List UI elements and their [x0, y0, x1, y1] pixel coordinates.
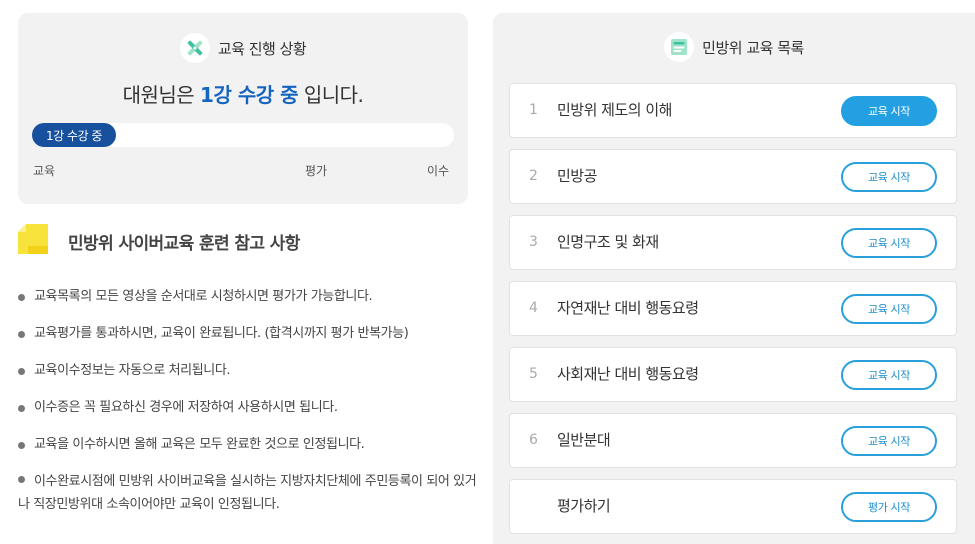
course-item: 평가하기 평가 시작: [509, 479, 957, 534]
course-number: 3: [529, 234, 538, 250]
note-item: 이수완료시점에 민방위 사이버교육을 실시하는 지방자치단체에 주민등록이 되어…: [18, 470, 478, 516]
course-number: 4: [529, 300, 538, 316]
bullet-dot: [18, 476, 25, 483]
progress-panel: 교육 진행 상황 대원님은 1강 수강 중 입니다. 1강 수강 중 교육 평가…: [18, 13, 468, 204]
progress-bar: 1강 수강 중: [32, 123, 454, 147]
course-item: 3 인명구조 및 화재 교육 시작: [509, 215, 957, 270]
course-item: 5 사회재난 대비 행동요령 교육 시작: [509, 347, 957, 402]
stage-education: 교육: [33, 164, 56, 178]
course-number: 2: [529, 168, 538, 184]
progress-title: 교육 진행 상황: [217, 39, 307, 58]
status-suffix: 입니다.: [298, 83, 364, 107]
notes-list: 교육목록의 모든 영상을 순서대로 시청하시면 평가가 가능합니다. 교육평가를…: [18, 285, 478, 530]
course-number: 1: [529, 102, 538, 118]
note-text: 교육목록의 모든 영상을 순서대로 시청하시면 평가가 가능합니다.: [34, 289, 373, 304]
note-text: 교육이수정보는 자동으로 처리됩니다.: [34, 363, 231, 378]
stage-evaluation: 평가: [305, 164, 328, 178]
start-evaluation-button[interactable]: 평가 시작: [841, 492, 937, 522]
notes-header: 민방위 사이버교육 훈련 참고 사항: [18, 224, 300, 258]
course-list-panel: 민방위 교육 목록 1 민방위 제도의 이해 교육 시작 2 민방공 교육 시작 3 인명구조…: [493, 13, 975, 544]
course-title: 민방위 제도의 이해: [557, 101, 672, 119]
start-course-button[interactable]: 교육 시작: [841, 96, 937, 126]
progress-header: 교육 진행 상황: [18, 32, 468, 64]
course-title: 평가하기: [557, 497, 611, 515]
start-course-button[interactable]: 교육 시작: [841, 162, 937, 192]
course-title: 자연재난 대비 행동요령: [557, 299, 699, 317]
progress-bar-label: 1강 수강 중: [46, 128, 102, 143]
notes-title: 민방위 사이버교육 훈련 참고 사항: [68, 233, 300, 254]
progress-bar-fill: 1강 수강 중: [32, 123, 116, 147]
course-title: 일반분대: [557, 431, 611, 449]
course-title: 민방공: [557, 167, 597, 185]
bullet-dot: [18, 442, 25, 449]
pencil-ruler-icon: [179, 33, 210, 63]
course-item: 6 일반분대 교육 시작: [509, 413, 957, 468]
note-text: 교육을 이수하시면 올해 교육은 모두 완료한 것으로 인정됩니다.: [34, 437, 365, 452]
note-item: 교육이수정보는 자동으로 처리됩니다.: [18, 359, 478, 382]
course-list-title: 민방위 교육 목록: [702, 38, 804, 57]
course-item: 1 민방위 제도의 이해 교육 시작: [509, 83, 957, 138]
course-item: 4 자연재난 대비 행동요령 교육 시작: [509, 281, 957, 336]
start-course-button[interactable]: 교육 시작: [841, 228, 937, 258]
note-item: 교육목록의 모든 영상을 순서대로 시청하시면 평가가 가능합니다.: [18, 285, 478, 308]
status-prefix: 대원님은: [122, 83, 201, 107]
note-text: 교육평가를 통과하시면, 교육이 완료됩니다. (합격시까지 평가 반복가능): [34, 326, 409, 341]
course-list-header: 민방위 교육 목록: [493, 31, 975, 63]
start-course-button[interactable]: 교육 시작: [841, 294, 937, 324]
course-item: 2 민방공 교육 시작: [509, 149, 957, 204]
stage-completion: 이수: [427, 164, 450, 178]
start-course-button[interactable]: 교육 시작: [841, 426, 937, 456]
course-title: 사회재난 대비 행동요령: [557, 365, 699, 383]
list-card-icon: [664, 32, 695, 62]
bullet-dot: [18, 294, 25, 301]
course-number: 5: [529, 366, 538, 382]
note-text: 이수완료시점에 민방위 사이버교육을 실시하는 지방자치단체에 주민등록이 되어…: [18, 474, 477, 512]
bullet-dot: [18, 331, 25, 338]
bullet-dot: [18, 405, 25, 412]
note-item: 교육평가를 통과하시면, 교육이 완료됩니다. (합격시까지 평가 반복가능): [18, 322, 478, 345]
status-highlight: 1강 수강 중: [200, 83, 298, 107]
course-title: 인명구조 및 화재: [557, 233, 659, 251]
note-item: 교육을 이수하시면 올해 교육은 모두 완료한 것으로 인정됩니다.: [18, 433, 478, 456]
status-message: 대원님은 1강 수강 중 입니다.: [18, 79, 468, 108]
note-text: 이수증은 꼭 필요하신 경우에 저장하여 사용하시면 됩니다.: [34, 400, 338, 415]
course-number: 6: [529, 432, 538, 448]
start-course-button[interactable]: 교육 시작: [841, 360, 937, 390]
bullet-dot: [18, 368, 25, 375]
sticky-note-icon: [18, 224, 48, 258]
note-item: 이수증은 꼭 필요하신 경우에 저장하여 사용하시면 됩니다.: [18, 396, 478, 419]
